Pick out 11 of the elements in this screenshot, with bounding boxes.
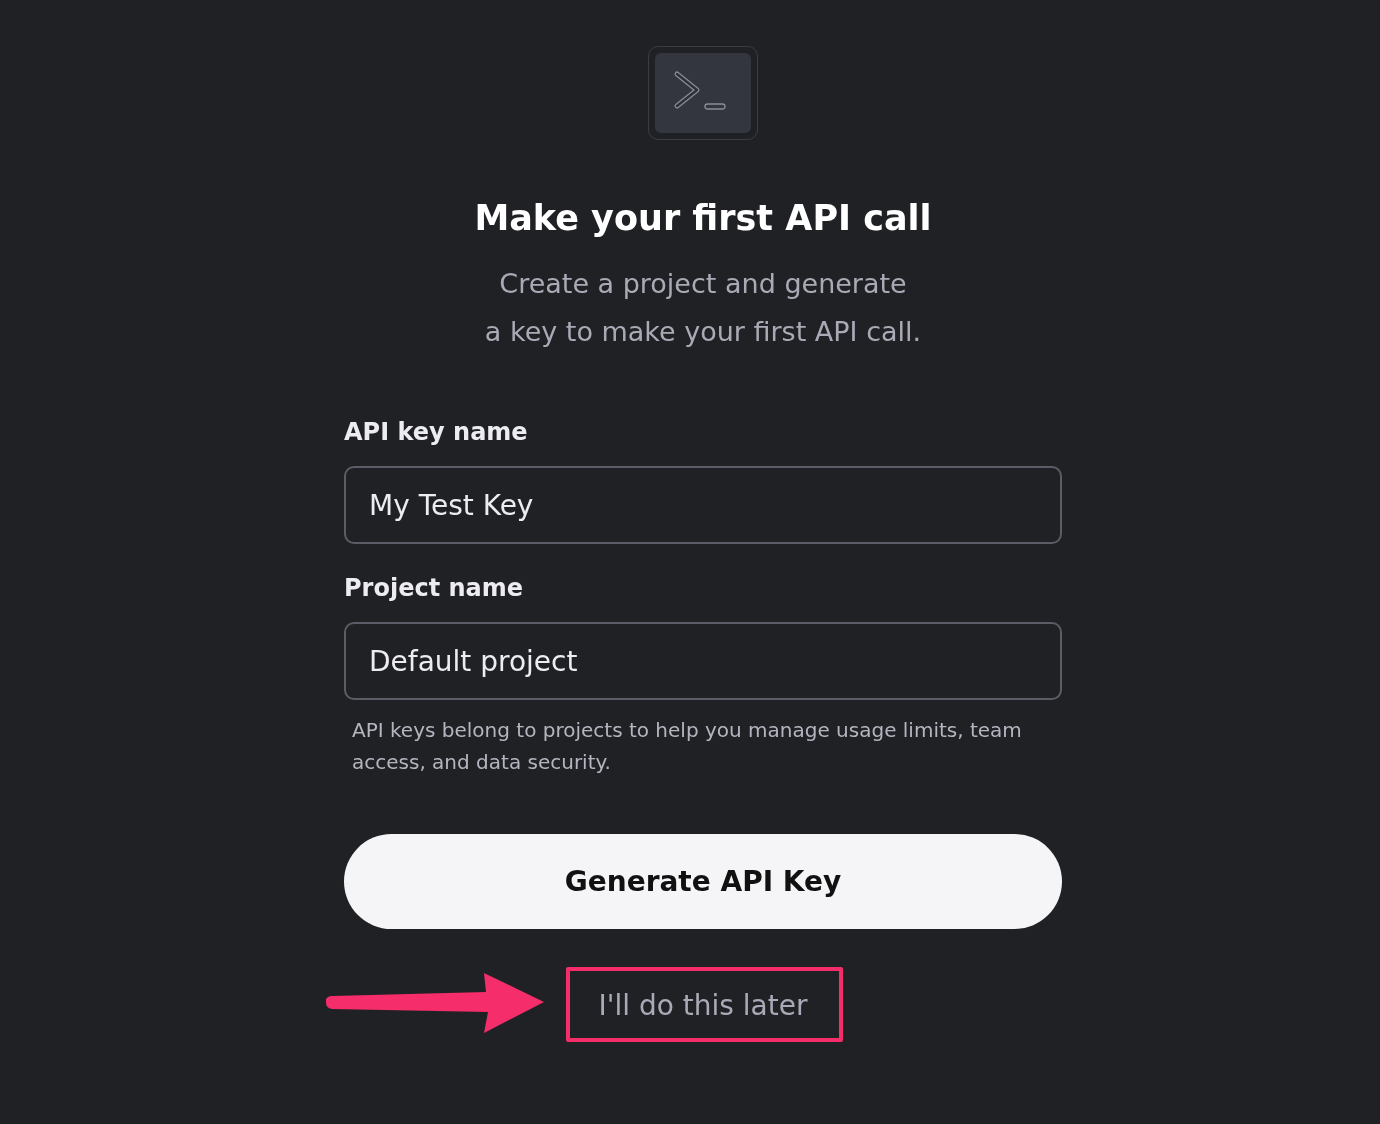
field-label: Project name [344,574,525,602]
input-field[interactable]: Default project [344,622,1062,700]
generate-button[interactable]: Generate API Key [344,834,1062,929]
subtitle-line: Create a project and generate [498,267,908,301]
subtitle-line: a key to make your first API call. [484,315,922,349]
input-field[interactable]: My Test Key [344,466,1062,544]
page-title: Make your first API call [474,198,932,238]
terminal-icon [648,46,758,140]
help-text: API keys belong to projects to help you manage usage limits, team access, and data security. [351,717,1023,776]
field-label: API key name [344,418,529,446]
later-link[interactable]: I'll do this later [590,975,816,1036]
